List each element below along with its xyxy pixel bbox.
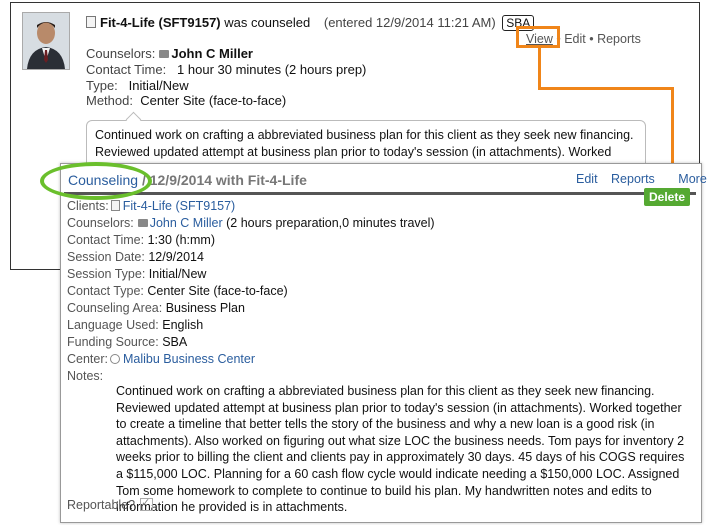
counseling-area-value: Business Plan (165, 301, 245, 315)
counselor-avatar (22, 12, 70, 70)
briefcase-icon (159, 50, 170, 58)
more-menu[interactable]: More (668, 172, 707, 186)
type-row: Type: Initial/New (86, 78, 189, 93)
reports-link[interactable]: Reports (611, 172, 655, 186)
contact-time-value: 1:30 (h:mm) (147, 233, 215, 247)
counseling-area-row: Counseling Area: Business Plan (67, 301, 245, 315)
counselors-row: Counselors: John C Miller (2 hours prepar… (67, 216, 435, 230)
center-link[interactable]: Malibu Business Center (123, 352, 255, 366)
counselor-time-detail: (2 hours preparation,0 minutes travel) (222, 216, 435, 230)
briefcase-icon (137, 219, 148, 227)
center-row: Center: Malibu Business Center (67, 352, 255, 366)
counseling-area-label: Counseling Area: (67, 301, 163, 315)
separator: • (585, 32, 598, 46)
client-link[interactable]: Fit-4-Life (SFT9157) (100, 15, 221, 30)
session-date-value: 12/9/2014 (148, 250, 204, 264)
counselors-row: Counselors: John C Miller (86, 46, 253, 61)
contact-type-row: Contact Type: Center Site (face-to-face) (67, 284, 288, 298)
session-type-value: Initial/New (148, 267, 207, 281)
counselor-link[interactable]: John C Miller (150, 216, 223, 230)
orange-connector-line (671, 87, 674, 173)
reports-link[interactable]: Reports (597, 32, 641, 46)
session-date-label: Session Date: (67, 250, 145, 264)
entered-timestamp: (entered 12/9/2014 11:21 AM) (323, 15, 496, 30)
contact-time-label: Contact Time: (67, 233, 145, 247)
view-link-highlight (516, 26, 560, 48)
funding-source-value: SBA (162, 335, 188, 349)
document-icon (110, 200, 120, 211)
clients-row: Clients: Fit-4-Life (SFT9157) (67, 199, 235, 213)
header-divider (64, 192, 696, 195)
method-label: Method: (86, 93, 133, 108)
contact-time-row: Contact Time: 1:30 (h:mm) (67, 233, 215, 247)
session-title: / 12/9/2014 with Fit-4-Life (138, 172, 307, 188)
contact-time-label: Contact Time: (86, 62, 167, 77)
funding-source-label: Funding Source: (67, 335, 159, 349)
document-icon (86, 16, 96, 28)
counselor-name[interactable]: John C Miller (171, 46, 253, 61)
contact-type-value: Center Site (face-to-face) (147, 284, 288, 298)
method-row: Method: Center Site (face-to-face) (86, 93, 286, 108)
contact-type-label: Contact Type: (67, 284, 144, 298)
counseling-highlight-ring (40, 162, 152, 200)
notes-row: Notes: (67, 369, 103, 383)
edit-link[interactable]: Edit (576, 172, 598, 186)
more-label: More (678, 172, 707, 186)
session-notes-text: Continued work on crafting a abbreviated… (116, 384, 685, 515)
orange-connector-line (538, 48, 541, 90)
session-type-row: Session Type: Initial/New (67, 267, 206, 281)
client-link[interactable]: Fit-4-Life (SFT9157) (123, 199, 236, 213)
session-date-row: Session Date: 12/9/2014 (67, 250, 204, 264)
counselors-label: Counselors: (67, 216, 134, 230)
contact-time-row: Contact Time: 1 hour 30 minutes (2 hours… (86, 62, 366, 77)
entry-action: was counseled (224, 15, 311, 30)
counselors-label: Counselors: (86, 46, 156, 61)
edit-link[interactable]: Edit (564, 32, 586, 46)
language-row: Language Used: English (67, 318, 203, 332)
reportable-row: Reportable? (67, 496, 154, 512)
session-type-label: Session Type: (67, 267, 146, 281)
reportable-label: Reportable? (67, 498, 136, 512)
language-value: English (162, 318, 204, 332)
type-value: Initial/New (128, 78, 189, 93)
entry-title: Fit-4-Life (SFT9157) was counseled (ente… (86, 15, 535, 31)
notes-label: Notes: (67, 369, 104, 383)
contact-time-value: 1 hour 30 minutes (2 hours prep) (177, 62, 367, 77)
clients-label: Clients: (67, 199, 109, 213)
delete-button[interactable]: Delete (644, 188, 690, 206)
orange-connector-line (538, 87, 674, 90)
center-label: Center: (67, 352, 108, 366)
location-icon (110, 354, 120, 364)
reportable-checkbox[interactable] (140, 496, 154, 511)
type-label: Type: (86, 78, 118, 93)
method-value: Center Site (face-to-face) (140, 93, 287, 108)
session-actions: Edit Reports More (566, 172, 707, 186)
funding-source-row: Funding Source: SBA (67, 335, 187, 349)
language-label: Language Used: (67, 318, 159, 332)
